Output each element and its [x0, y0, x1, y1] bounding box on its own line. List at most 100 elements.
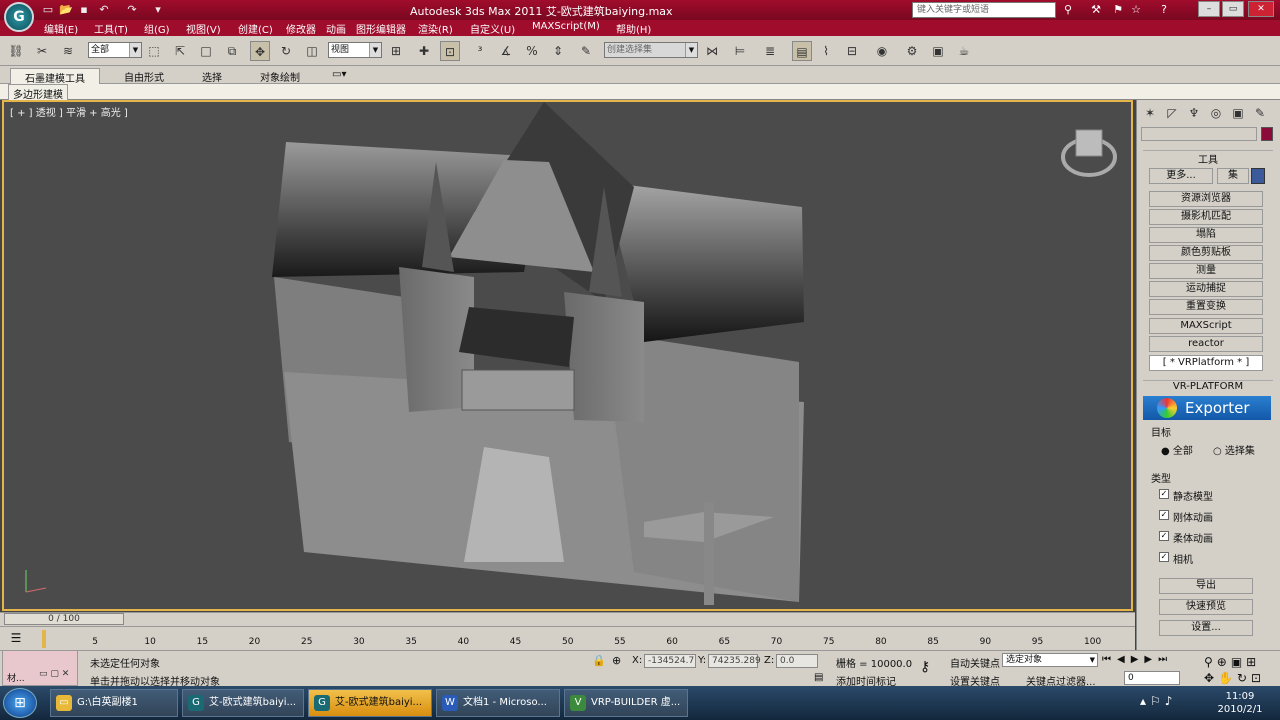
- layer-manager-icon[interactable]: ≣: [760, 41, 780, 61]
- percent-snap-icon[interactable]: %: [522, 41, 542, 61]
- task-explorer[interactable]: ▭ G:\白英副楼1: [50, 689, 178, 717]
- rendered-frame-icon[interactable]: ▣: [928, 41, 948, 61]
- menu-views[interactable]: 视图(V): [186, 21, 221, 36]
- current-frame-marker[interactable]: [42, 630, 46, 648]
- maximize-button[interactable]: ▭: [1222, 1, 1244, 17]
- schematic-view-icon[interactable]: ⊟: [842, 41, 862, 61]
- y-coordinate-field[interactable]: 74235.289: [708, 654, 761, 668]
- menu-create[interactable]: 创建(C): [238, 21, 273, 36]
- camera-checkbox[interactable]: ✓: [1159, 552, 1169, 562]
- menu-animation[interactable]: 动画: [326, 21, 346, 36]
- menu-edit[interactable]: 编辑(E): [44, 21, 78, 36]
- utility-vrplatform-button[interactable]: [ * VRPlatform * ]: [1149, 355, 1263, 371]
- link-icon[interactable]: ⛓: [6, 41, 26, 61]
- x-coordinate-field[interactable]: -134524.7: [644, 654, 696, 668]
- playback-controls[interactable]: ⏮◀▶▶⏭: [1102, 654, 1198, 668]
- unlink-icon[interactable]: ✂: [32, 41, 52, 61]
- object-color-swatch[interactable]: [1261, 127, 1273, 141]
- z-coordinate-field[interactable]: 0.0: [776, 654, 818, 668]
- mini-curve-editor-icon[interactable]: ☰: [6, 631, 26, 647]
- motion-tab-icon[interactable]: ◎: [1207, 104, 1225, 122]
- menu-maxscript[interactable]: MAXScript(M): [532, 21, 600, 32]
- reference-coordinate-dropdown[interactable]: 视图 ▼: [328, 42, 382, 58]
- static-model-checkbox[interactable]: ✓: [1159, 489, 1169, 499]
- align-icon[interactable]: ⊨: [730, 41, 750, 61]
- keyboard-shortcut-override-icon[interactable]: ⊡: [440, 41, 460, 61]
- quick-access-dropdown-icon[interactable]: ▾: [150, 2, 166, 17]
- tools-icon[interactable]: ⚒: [1088, 2, 1104, 18]
- auto-key-button[interactable]: 自动关键点: [950, 655, 1000, 670]
- rectangular-selection-icon[interactable]: □: [196, 41, 216, 61]
- absolute-mode-icon[interactable]: ⊕: [612, 654, 626, 668]
- close-button[interactable]: ✕: [1248, 1, 1274, 17]
- edit-named-selection-icon[interactable]: ✎: [576, 41, 596, 61]
- named-selection-dropdown[interactable]: 创建选择集 ▼: [604, 42, 698, 58]
- export-button[interactable]: 导出: [1159, 578, 1253, 594]
- selection-lock-icon[interactable]: 🔒: [592, 654, 606, 668]
- curve-editor-icon[interactable]: ⌇: [816, 41, 836, 61]
- pivot-center-icon[interactable]: ⊞: [386, 41, 406, 61]
- search-input[interactable]: 键入关键字或短语: [912, 2, 1056, 18]
- task-vrp-builder[interactable]: V VRP-BUILDER 虚...: [564, 689, 688, 717]
- render-setup-icon[interactable]: ⚙: [902, 41, 922, 61]
- set-key-icon[interactable]: ⚷: [920, 659, 942, 677]
- selection-filter-dropdown[interactable]: 全部 ▼: [88, 42, 142, 58]
- tab-graphite-modeling[interactable]: 石墨建模工具: [10, 68, 100, 85]
- menu-customize[interactable]: 自定义(U): [470, 21, 515, 36]
- utilities-tab-icon[interactable]: ✎: [1251, 104, 1269, 122]
- quick-preview-button[interactable]: 快速预览: [1159, 599, 1253, 615]
- select-and-move-icon[interactable]: ✥: [250, 41, 270, 61]
- utility-reactor-button[interactable]: reactor: [1149, 336, 1263, 352]
- ribbon-options-icon[interactable]: ▭▾: [328, 68, 350, 84]
- utility-measure-button[interactable]: 测量: [1149, 263, 1263, 279]
- object-name-field[interactable]: [1141, 127, 1257, 141]
- current-frame-field[interactable]: 0: [1124, 671, 1180, 685]
- system-tray-icons[interactable]: ▴⚐♪: [1140, 694, 1204, 712]
- floating-material-window[interactable]: 材... ▭ ▢ ✕: [2, 650, 78, 686]
- menu-graph-editors[interactable]: 图形编辑器: [356, 21, 406, 36]
- utilities-rollout-title[interactable]: 工具: [1143, 150, 1273, 166]
- task-3dsmax-1[interactable]: G 艾-欧式建筑baiyi...: [182, 689, 304, 717]
- task-3dsmax-2[interactable]: G 艾-欧式建筑baiyi...: [308, 689, 432, 717]
- snaps-toggle-icon[interactable]: ³: [470, 41, 490, 61]
- utility-maxscript-button[interactable]: MAXScript: [1149, 318, 1263, 334]
- more-button[interactable]: 更多...: [1149, 168, 1213, 184]
- tab-freeform[interactable]: 自由形式: [110, 68, 178, 84]
- application-menu-button[interactable]: G: [4, 2, 34, 32]
- settings-button[interactable]: 设置...: [1159, 620, 1253, 636]
- utility-collapse-button[interactable]: 塌陷: [1149, 227, 1263, 243]
- configure-button-sets-icon[interactable]: [1251, 168, 1265, 184]
- utility-camera-match-button[interactable]: 摄影机匹配: [1149, 209, 1263, 225]
- new-file-icon[interactable]: ▭: [40, 2, 56, 17]
- menu-tools[interactable]: 工具(T): [94, 21, 128, 36]
- minimize-button[interactable]: –: [1198, 1, 1220, 17]
- floating-window-buttons[interactable]: ▭ ▢ ✕: [39, 669, 69, 679]
- binoculars-icon[interactable]: ⚲: [1060, 2, 1076, 18]
- tab-selection[interactable]: 选择: [188, 68, 236, 84]
- utility-motion-capture-button[interactable]: 运动捕捉: [1149, 281, 1263, 297]
- tab-polygon-modeling[interactable]: 多边形建模: [8, 84, 68, 101]
- bind-space-warp-icon[interactable]: ≋: [58, 41, 78, 61]
- favorites-star-icon[interactable]: ☆: [1128, 2, 1144, 18]
- viewport-navigation-controls[interactable]: ⚲⊕▣⊞ ✥✋↻⊡: [1204, 654, 1280, 686]
- select-and-rotate-icon[interactable]: ↻: [276, 41, 296, 61]
- mirror-icon[interactable]: ⋈: [702, 41, 722, 61]
- task-word[interactable]: W 文档1 - Microso...: [436, 689, 560, 717]
- hierarchy-tab-icon[interactable]: ♆: [1185, 104, 1203, 122]
- save-icon[interactable]: ▪: [76, 2, 92, 17]
- angle-snap-icon[interactable]: ∡: [496, 41, 516, 61]
- select-by-name-icon[interactable]: ⇱: [170, 41, 190, 61]
- system-clock[interactable]: 11:09 2010/2/1: [1210, 690, 1270, 718]
- perspective-viewport[interactable]: [ + ] 透视 ] 平滑 + 高光 ]: [2, 100, 1133, 611]
- create-tab-icon[interactable]: ✶: [1141, 104, 1159, 122]
- time-tag-icon[interactable]: ▤: [814, 672, 828, 686]
- modify-tab-icon[interactable]: ◸: [1163, 104, 1181, 122]
- utility-color-clipboard-button[interactable]: 颜色剪贴板: [1149, 245, 1263, 261]
- soft-animation-checkbox[interactable]: ✓: [1159, 531, 1169, 541]
- menu-help[interactable]: 帮助(H): [616, 21, 651, 36]
- utility-asset-browser-button[interactable]: 资源浏览器: [1149, 191, 1263, 207]
- subscription-icon[interactable]: ⚑: [1110, 2, 1126, 18]
- graphite-toggle-icon[interactable]: ▤: [792, 41, 812, 61]
- rigid-animation-checkbox[interactable]: ✓: [1159, 510, 1169, 520]
- start-button[interactable]: ⊞: [3, 688, 37, 718]
